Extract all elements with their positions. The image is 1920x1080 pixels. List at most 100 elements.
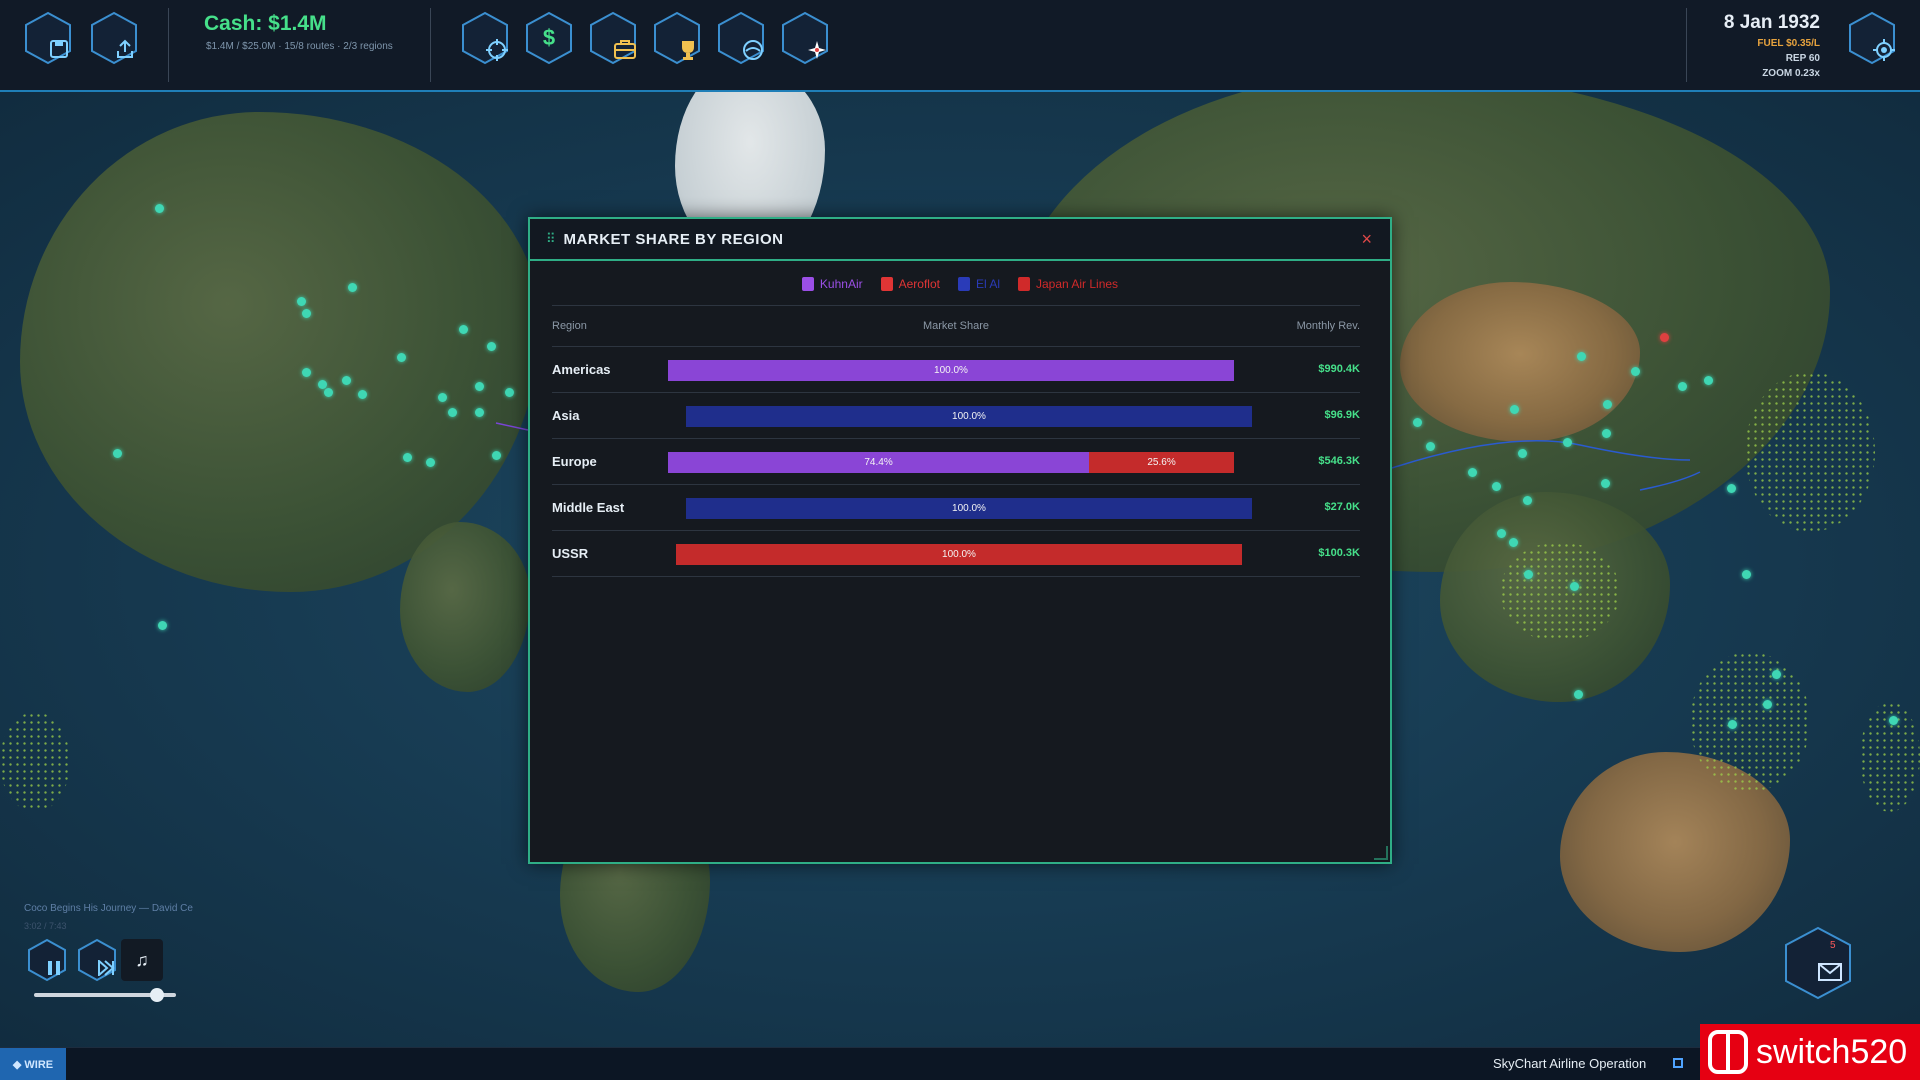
airport-marker[interactable] xyxy=(1772,670,1781,679)
song-title: Coco Begins His Journey — David Ce xyxy=(24,903,193,914)
pause-button[interactable] xyxy=(25,938,69,982)
airport-marker[interactable] xyxy=(1426,442,1435,451)
airport-marker[interactable] xyxy=(348,283,357,292)
airport-marker[interactable] xyxy=(1563,438,1572,447)
table-row[interactable]: Middle East 100.0% $27.0K xyxy=(552,485,1360,531)
finance-icon[interactable]: $ xyxy=(521,10,577,66)
airport-marker[interactable] xyxy=(1413,418,1422,427)
resize-handle[interactable] xyxy=(1374,846,1388,860)
airport-marker[interactable] xyxy=(1742,570,1751,579)
airport-marker[interactable] xyxy=(158,621,167,630)
share-bar-segment[interactable]: 25.6% xyxy=(1089,452,1234,473)
monthly-revenue: $546.3K xyxy=(1318,455,1360,467)
modal-header[interactable]: ⠿ MARKET SHARE BY REGION xyxy=(530,219,1390,261)
airport-marker[interactable] xyxy=(1631,367,1640,376)
airport-marker[interactable] xyxy=(403,453,412,462)
table-row[interactable]: Europe 74.4% 25.6% $546.3K xyxy=(552,439,1360,485)
brand-label: SkyChart Airline Operation xyxy=(1493,1056,1647,1071)
airport-marker[interactable] xyxy=(1577,352,1586,361)
switch-logo-icon xyxy=(1700,1024,1756,1080)
aircraft-icon[interactable] xyxy=(713,10,769,66)
airport-marker[interactable] xyxy=(1518,449,1527,458)
table-row[interactable]: USSR 100.0% $100.3K xyxy=(552,531,1360,577)
trophy-icon[interactable] xyxy=(649,10,705,66)
airport-marker[interactable] xyxy=(1509,538,1518,547)
game-date: 8 Jan 1932 xyxy=(1723,12,1820,33)
airport-marker[interactable] xyxy=(1728,720,1737,729)
airport-marker[interactable] xyxy=(1704,376,1713,385)
airport-marker[interactable] xyxy=(1727,484,1736,493)
share-bar-segment[interactable]: 100.0% xyxy=(668,360,1234,381)
airport-marker[interactable] xyxy=(1570,582,1579,591)
airport-marker[interactable] xyxy=(358,390,367,399)
airport-marker[interactable] xyxy=(324,388,333,397)
legend-item[interactable]: Aeroflot xyxy=(880,277,940,291)
reputation: REP 60 xyxy=(1785,53,1820,64)
region-name: Europe xyxy=(552,454,597,469)
settings-icon[interactable] xyxy=(1844,10,1900,66)
fuel-price: FUEL $0.35/L xyxy=(1757,38,1820,49)
airport-marker[interactable] xyxy=(1602,429,1611,438)
next-track-button[interactable] xyxy=(75,938,119,982)
legend: KuhnAir Aeroflot El Al Japan Air Lines xyxy=(530,277,1390,291)
zoom-level: ZOOM 0.23x xyxy=(1762,68,1820,79)
share-bar-segment[interactable]: 74.4% xyxy=(668,452,1090,473)
legend-item[interactable]: El Al xyxy=(957,277,1000,291)
drag-handle-icon[interactable]: ⠿ xyxy=(546,231,556,247)
briefcase-icon[interactable] xyxy=(585,10,641,66)
crosshair-icon[interactable] xyxy=(457,10,513,66)
airport-marker[interactable] xyxy=(459,325,468,334)
airport-marker[interactable] xyxy=(505,388,514,397)
airport-marker[interactable] xyxy=(1497,529,1506,538)
share-bar-segment[interactable]: 100.0% xyxy=(686,498,1252,519)
airport-marker[interactable] xyxy=(475,382,484,391)
compass-icon[interactable] xyxy=(777,10,833,66)
airport-marker[interactable] xyxy=(397,353,406,362)
mail-button[interactable] xyxy=(1780,925,1856,1001)
airport-marker[interactable] xyxy=(475,408,484,417)
airport-marker[interactable] xyxy=(1678,382,1687,391)
airport-marker[interactable] xyxy=(302,309,311,318)
competitor-airport-marker[interactable] xyxy=(1660,333,1669,342)
airport-marker[interactable] xyxy=(1889,716,1898,725)
save-icon[interactable] xyxy=(20,10,76,66)
airport-marker[interactable] xyxy=(1468,468,1477,477)
market-share-table: Region Market Share Monthly Rev. America… xyxy=(552,305,1360,577)
legend-label: Japan Air Lines xyxy=(1036,277,1119,291)
divider xyxy=(168,8,169,82)
close-button[interactable]: × xyxy=(1361,229,1372,250)
region-name: Asia xyxy=(552,408,580,423)
table-row[interactable]: Americas 100.0% $990.4K xyxy=(552,347,1360,393)
airport-marker[interactable] xyxy=(297,297,306,306)
airport-marker[interactable] xyxy=(1523,496,1532,505)
legend-item[interactable]: KuhnAir xyxy=(801,277,863,291)
music-note-button[interactable]: ♫ xyxy=(121,939,163,981)
legend-swatch xyxy=(1018,277,1030,291)
market-share-modal: ⠿ MARKET SHARE BY REGION × KuhnAir Aerofl… xyxy=(528,217,1392,864)
airport-marker[interactable] xyxy=(1603,400,1612,409)
airport-marker[interactable] xyxy=(155,204,164,213)
table-header: Region Market Share Monthly Rev. xyxy=(552,305,1360,347)
airport-marker[interactable] xyxy=(1492,482,1501,491)
monthly-revenue: $96.9K xyxy=(1324,409,1360,421)
airport-marker[interactable] xyxy=(113,449,122,458)
legend-label: KuhnAir xyxy=(819,277,863,291)
airport-marker[interactable] xyxy=(487,342,496,351)
airport-marker[interactable] xyxy=(1601,479,1610,488)
legend-item[interactable]: Japan Air Lines xyxy=(1018,277,1118,291)
wire-tab[interactable]: ◆ WIRE xyxy=(0,1048,66,1080)
airport-marker[interactable] xyxy=(1574,690,1583,699)
airport-marker[interactable] xyxy=(448,408,457,417)
airport-marker[interactable] xyxy=(1524,570,1533,579)
share-bar-segment[interactable]: 100.0% xyxy=(686,406,1252,427)
airport-marker[interactable] xyxy=(438,393,447,402)
table-row[interactable]: Asia 100.0% $96.9K xyxy=(552,393,1360,439)
airport-marker[interactable] xyxy=(1763,700,1772,709)
airport-marker[interactable] xyxy=(492,451,501,460)
share-bar-segment[interactable]: 100.0% xyxy=(676,544,1242,565)
export-icon[interactable] xyxy=(86,10,142,66)
airport-marker[interactable] xyxy=(302,368,311,377)
airport-marker[interactable] xyxy=(1510,405,1519,414)
airport-marker[interactable] xyxy=(342,376,351,385)
airport-marker[interactable] xyxy=(426,458,435,467)
